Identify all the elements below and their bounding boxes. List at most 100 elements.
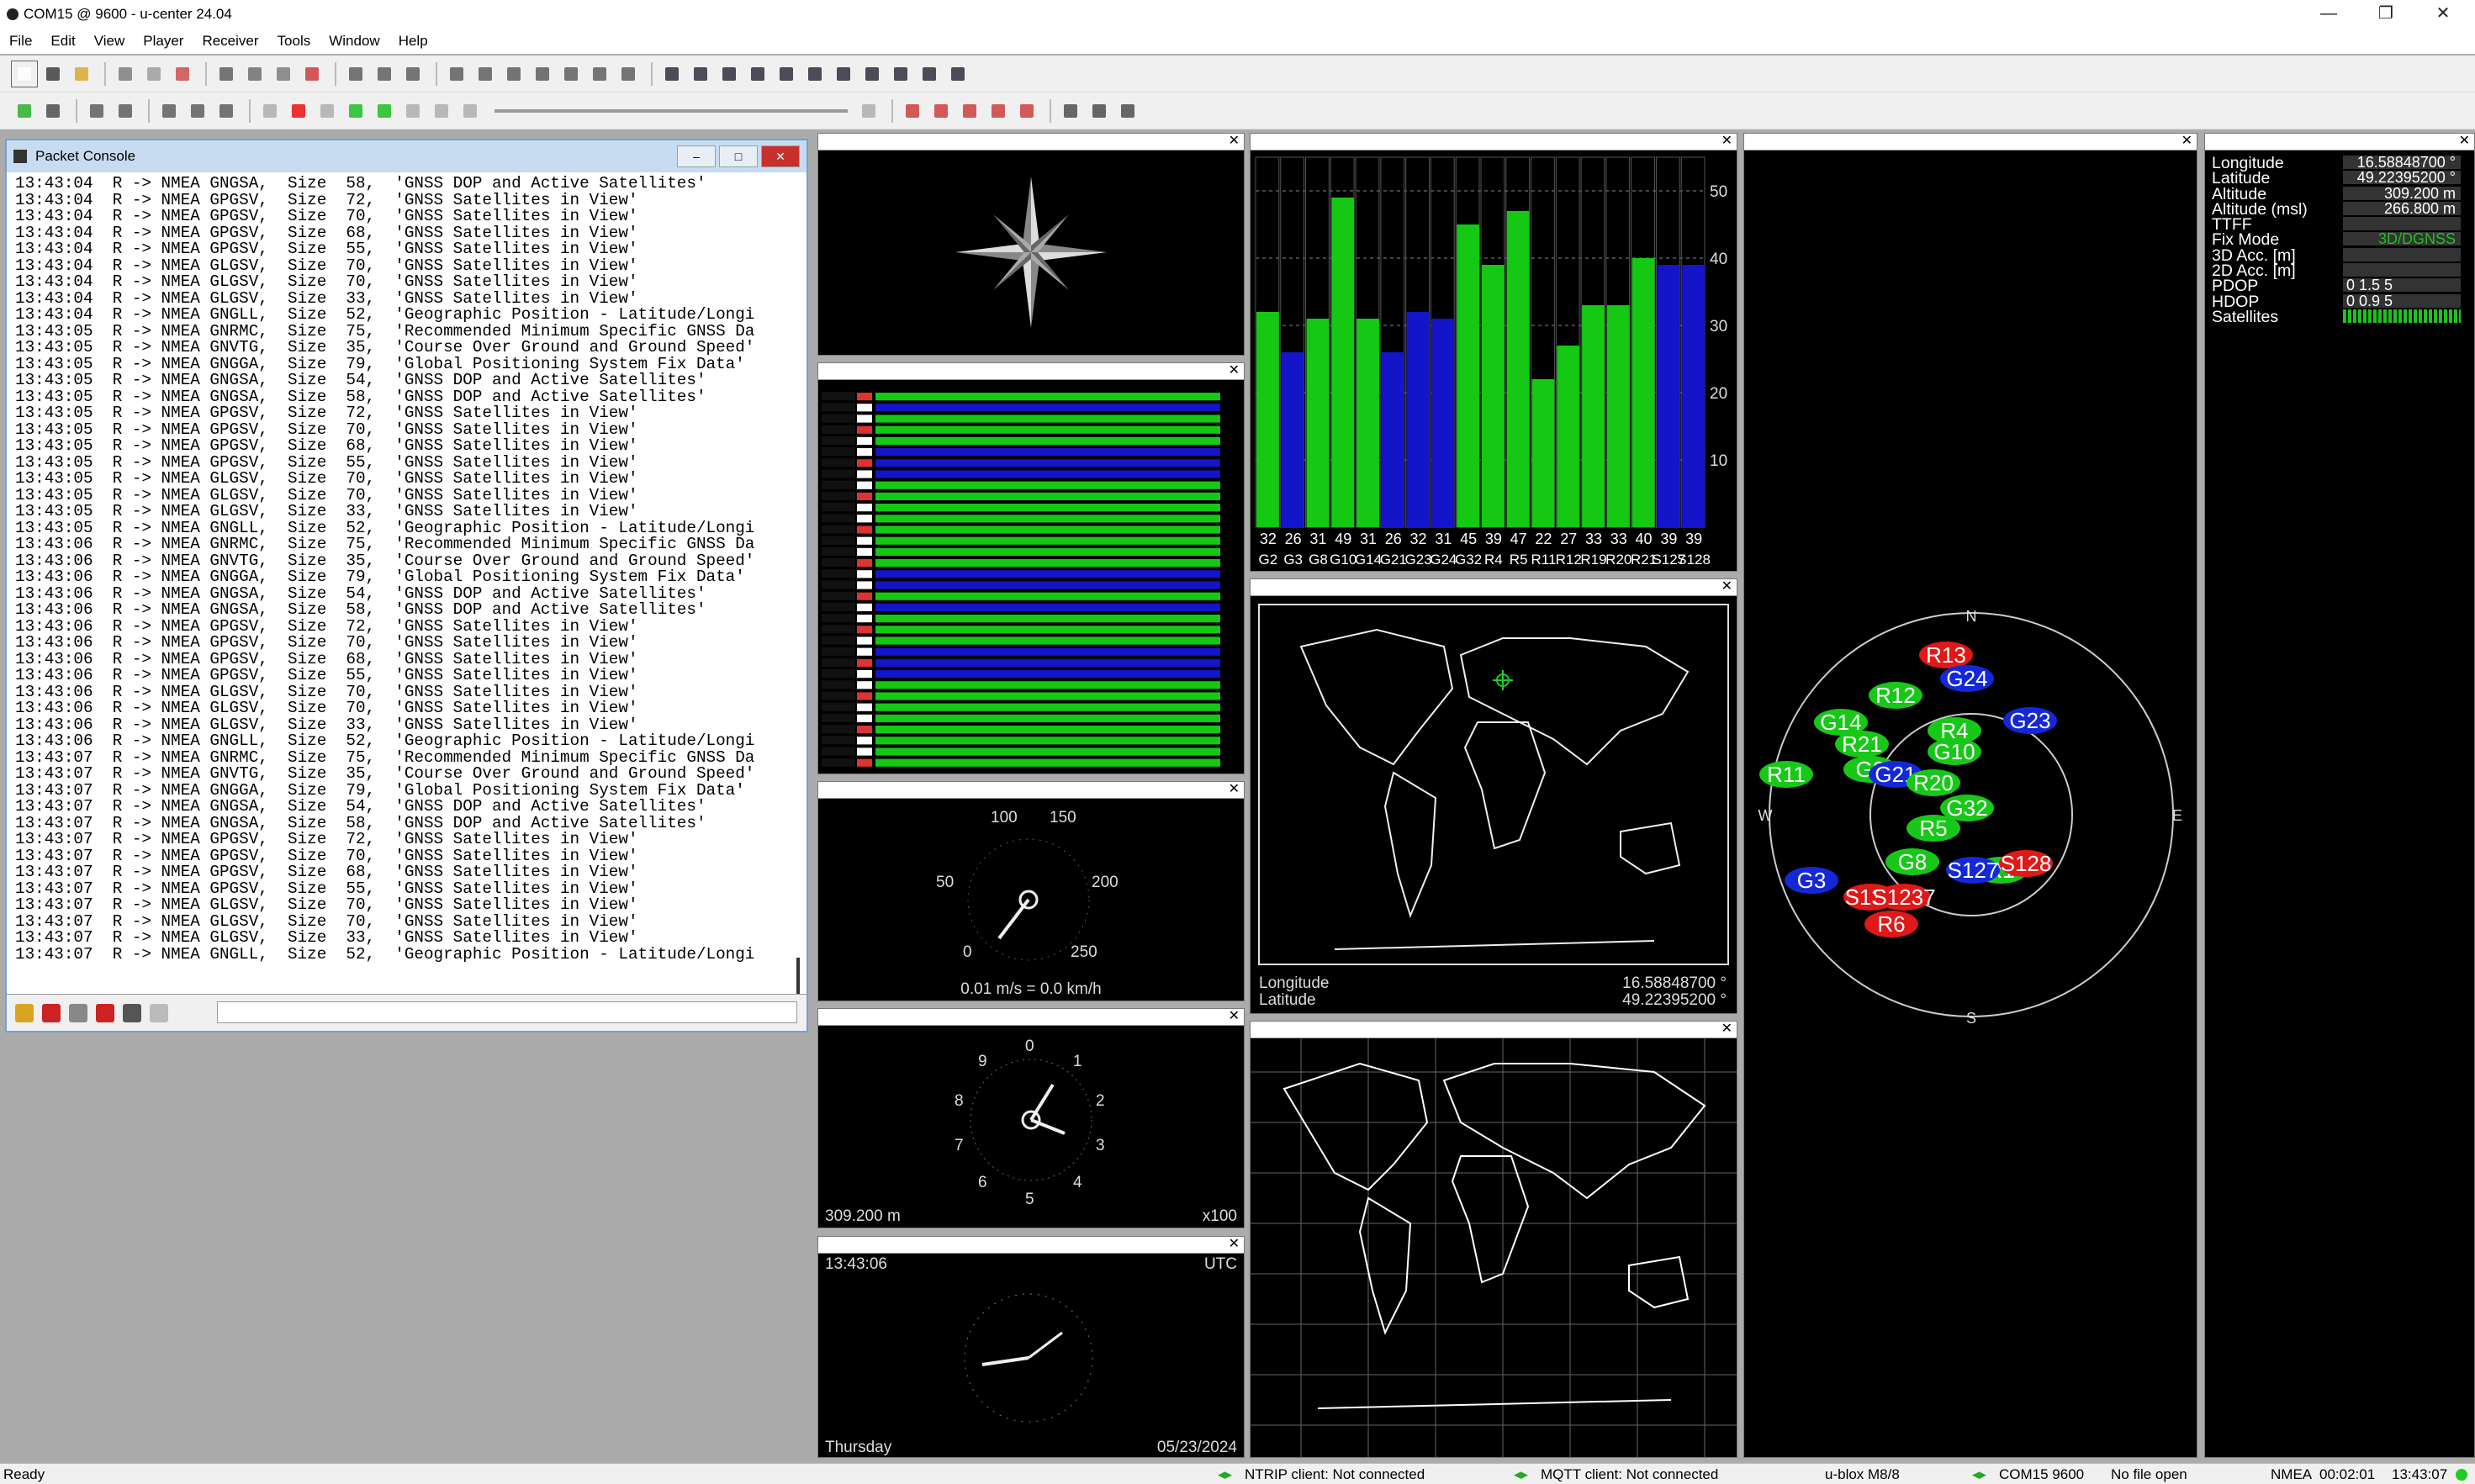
console-log[interactable]: 13:43:04 R -> NMEA GNGSA, Size 58, 'GNSS… bbox=[15, 176, 788, 1018]
gear-icon[interactable] bbox=[1115, 98, 1140, 124]
menu-tools[interactable]: Tools bbox=[268, 33, 320, 50]
close-icon[interactable]: ✕ bbox=[2459, 132, 2470, 149]
minimize-button[interactable]: — bbox=[2300, 0, 2357, 29]
debug-icon[interactable] bbox=[156, 98, 182, 124]
satellite-marker[interactable]: R13 bbox=[1919, 642, 1973, 668]
satellite-marker[interactable]: S127 bbox=[1946, 857, 2000, 884]
satellite-ground-map-view[interactable]: ✕ bbox=[1250, 1021, 1737, 1458]
satellite-marker[interactable]: G24 bbox=[1940, 665, 1994, 692]
satellite-marker[interactable]: G3 bbox=[1785, 867, 1838, 894]
open-folder-icon[interactable] bbox=[69, 61, 94, 87]
gear-icon[interactable] bbox=[1087, 98, 1112, 124]
satellite-marker[interactable]: G10 bbox=[1928, 738, 1981, 765]
rewind-icon[interactable] bbox=[457, 98, 483, 124]
settings-icon[interactable] bbox=[214, 98, 239, 124]
window-icon[interactable] bbox=[444, 61, 469, 87]
view-icon[interactable] bbox=[859, 61, 885, 87]
view-icon[interactable] bbox=[831, 61, 856, 87]
eject-icon[interactable] bbox=[257, 98, 283, 124]
menu-help[interactable]: Help bbox=[389, 33, 437, 50]
speedometer-view[interactable]: ✕ 100 150 50 200 0 250 0.01 m/s = 0.0 km… bbox=[817, 781, 1245, 1001]
view-icon[interactable] bbox=[888, 61, 913, 87]
signal-history-view[interactable]: ✕ bbox=[817, 362, 1245, 774]
clock-view[interactable]: ✕ 13:43:06 UTC Thursday 05/23/2024 bbox=[817, 1236, 1245, 1458]
chart-icon[interactable] bbox=[587, 61, 612, 87]
print-icon[interactable] bbox=[113, 61, 138, 87]
pause-icon[interactable] bbox=[315, 98, 340, 124]
menu-edit[interactable]: Edit bbox=[41, 33, 84, 50]
step-back-icon[interactable] bbox=[400, 98, 426, 124]
save-icon[interactable] bbox=[40, 61, 66, 87]
cut-icon[interactable] bbox=[214, 61, 239, 87]
console-maximize-button[interactable]: □ bbox=[719, 145, 758, 167]
paste-icon[interactable] bbox=[271, 61, 296, 87]
close-icon[interactable]: ✕ bbox=[1229, 1235, 1240, 1252]
close-button[interactable]: ✕ bbox=[2414, 0, 2472, 29]
close-icon[interactable]: ✕ bbox=[1721, 1020, 1732, 1037]
status-port[interactable]: COM15 9600 bbox=[1999, 1466, 2084, 1483]
end-icon[interactable] bbox=[856, 98, 881, 124]
copy-icon[interactable] bbox=[242, 61, 267, 87]
view-icon[interactable] bbox=[717, 61, 742, 87]
warm-start-icon[interactable] bbox=[928, 98, 954, 124]
view-icon[interactable] bbox=[688, 61, 713, 87]
status-ntrip[interactable]: NTRIP client: Not connected bbox=[1245, 1466, 1425, 1483]
play-icon[interactable] bbox=[343, 98, 368, 124]
console-titlebar[interactable]: Packet Console – □ ✕ bbox=[7, 140, 806, 172]
satellite-marker[interactable]: R11 bbox=[1759, 761, 1813, 788]
compass-view[interactable]: ✕ bbox=[817, 133, 1245, 356]
document-icon[interactable] bbox=[372, 61, 397, 87]
close-icon[interactable]: ✕ bbox=[1229, 1007, 1240, 1024]
reset-icon[interactable] bbox=[986, 98, 1011, 124]
signal-strength-view[interactable]: ✕ 10 20 30 40 50 32 G2 26 G3 31 G8 49 G10 31 G14 26 G21 3… bbox=[1250, 133, 1737, 572]
wand-icon[interactable] bbox=[84, 98, 109, 124]
world-map-view[interactable]: ✕ Longitude 16.58848700 ° Latitude 49.22… bbox=[1250, 578, 1737, 1014]
data-view[interactable]: ✕ bbox=[2204, 133, 2475, 1458]
print-preview-icon[interactable] bbox=[141, 61, 167, 87]
satellite-marker[interactable]: R12 bbox=[1869, 682, 1922, 709]
menu-window[interactable]: Window bbox=[320, 33, 389, 50]
printer-icon[interactable] bbox=[123, 1003, 141, 1022]
cold-start-icon[interactable] bbox=[957, 98, 982, 124]
playback-slider[interactable] bbox=[494, 108, 848, 113]
console-minimize-button[interactable]: – bbox=[677, 145, 716, 167]
config-icon[interactable] bbox=[113, 98, 138, 124]
lock-icon[interactable] bbox=[15, 1003, 34, 1022]
delete-icon[interactable] bbox=[299, 61, 325, 87]
menu-receiver[interactable]: Receiver bbox=[193, 33, 267, 50]
window-icon[interactable] bbox=[501, 61, 526, 87]
clear-icon[interactable] bbox=[42, 1003, 61, 1022]
menu-file[interactable]: File bbox=[0, 33, 41, 50]
view-icon[interactable] bbox=[802, 61, 828, 87]
satellite-marker[interactable]: G8 bbox=[1885, 848, 1939, 875]
document-icon[interactable] bbox=[343, 61, 368, 87]
window-icon[interactable] bbox=[530, 61, 555, 87]
connect-icon[interactable] bbox=[12, 98, 37, 124]
close-icon[interactable]: ✕ bbox=[2181, 132, 2192, 149]
satellite-marker[interactable]: R20 bbox=[1906, 769, 1960, 796]
chart-icon[interactable] bbox=[616, 61, 641, 87]
restore-button[interactable]: ❐ bbox=[2357, 0, 2414, 29]
new-file-icon[interactable] bbox=[11, 60, 38, 87]
close-icon[interactable]: ✕ bbox=[1229, 132, 1240, 149]
heart-icon[interactable] bbox=[96, 1003, 114, 1022]
filter-icon[interactable] bbox=[69, 1003, 87, 1022]
antenna-icon[interactable] bbox=[185, 98, 210, 124]
close-icon[interactable]: ✕ bbox=[1721, 132, 1732, 149]
view-icon[interactable] bbox=[659, 61, 685, 87]
chart-icon[interactable] bbox=[558, 61, 584, 87]
close-icon[interactable]: ✕ bbox=[1229, 362, 1240, 378]
altimeter-view[interactable]: ✕ 0 1 2 3 4 5 6 7 8 9 309.200 m x100 bbox=[817, 1008, 1245, 1228]
fast-forward-icon[interactable] bbox=[372, 98, 397, 124]
hot-start-icon[interactable] bbox=[900, 98, 925, 124]
view-icon[interactable] bbox=[774, 61, 799, 87]
baudrate-icon[interactable] bbox=[40, 98, 66, 124]
status-mqtt[interactable]: MQTT client: Not connected bbox=[1541, 1466, 1718, 1483]
satellite-marker[interactable]: R21 bbox=[1835, 731, 1889, 758]
document-icon[interactable] bbox=[400, 61, 426, 87]
window-icon[interactable] bbox=[473, 61, 498, 87]
satellite-marker[interactable]: R6 bbox=[1864, 911, 1918, 937]
close-icon[interactable]: ✕ bbox=[1229, 780, 1240, 797]
sky-view[interactable]: ✕ N S E W R13 G24 R12 G23 G14 R4 R21 G10 R11 G2 G2… bbox=[1743, 133, 2197, 1458]
view-icon[interactable] bbox=[745, 61, 770, 87]
